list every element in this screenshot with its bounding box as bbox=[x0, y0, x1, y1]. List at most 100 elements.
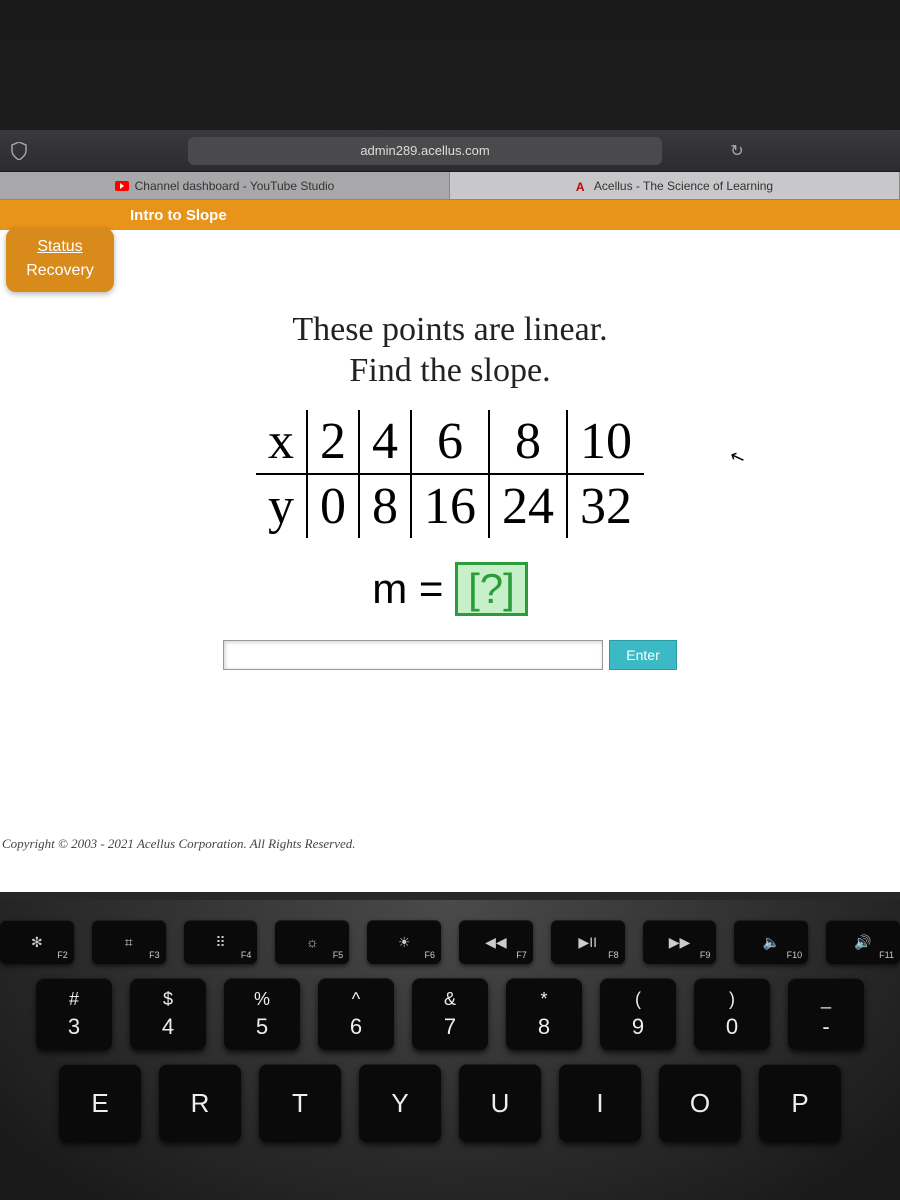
fkey-label: F5 bbox=[333, 950, 344, 960]
fkey-label: F6 bbox=[424, 950, 435, 960]
fkey-icon: ✻ bbox=[31, 934, 43, 951]
answer-input[interactable] bbox=[223, 640, 603, 670]
function-key: ✻ F2 bbox=[0, 920, 74, 964]
number-key-row: #3$4%5^6&7*8(9)0_- bbox=[0, 978, 900, 1050]
key-symbol: # bbox=[69, 989, 79, 1010]
fkey-icon: ◀◀ bbox=[485, 934, 507, 951]
function-key: ▶IIF8 bbox=[551, 920, 625, 964]
function-key-row: ✻ F2 ⌗ F3 ⠿ F4 ☼ F5 ☀ F6 ◀◀F7 ▶IIF8 ▶▶ F9 🔈 F10 🔊 F11 bbox=[0, 920, 900, 964]
key-number: 5 bbox=[256, 1014, 268, 1040]
fkey-label: F4 bbox=[241, 950, 252, 960]
physical-keyboard: ✻F2⌗F3⠿F4☼F5☀F6◀◀F7▶IIF8▶▶F9🔈F10🔊F11 #3$… bbox=[0, 900, 900, 1200]
key-number: 7 bbox=[444, 1014, 456, 1040]
xy-table: x 2 4 6 8 10 y 0 8 16 24 32 bbox=[256, 410, 644, 538]
prompt-line1: These points are linear. bbox=[292, 311, 607, 348]
y-label: y bbox=[256, 474, 307, 538]
letter-key: I bbox=[559, 1064, 641, 1142]
x-val: 8 bbox=[489, 410, 567, 474]
letter-key: Y bbox=[359, 1064, 441, 1142]
key-symbol: % bbox=[254, 989, 270, 1010]
x-val: 6 bbox=[411, 410, 489, 474]
enter-button[interactable]: Enter bbox=[609, 640, 676, 670]
key-symbol: ( bbox=[635, 989, 641, 1010]
function-key: ⌗ F3 bbox=[92, 920, 166, 964]
badge-line1: Status bbox=[6, 238, 114, 256]
number-key: $4 bbox=[130, 978, 206, 1050]
number-key: %5 bbox=[224, 978, 300, 1050]
reload-icon[interactable]: ↻ bbox=[722, 141, 752, 161]
function-key: ◀◀F7 bbox=[459, 920, 533, 964]
key-number: 9 bbox=[632, 1014, 644, 1040]
fkey-icon: 🔈 bbox=[763, 934, 780, 951]
y-val: 8 bbox=[359, 474, 411, 538]
key-symbol: $ bbox=[163, 989, 173, 1010]
fkey-label: F2 bbox=[57, 950, 68, 960]
key-number: 3 bbox=[68, 1014, 80, 1040]
equation-lhs: m = bbox=[372, 565, 443, 612]
key-symbol: ^ bbox=[352, 989, 360, 1010]
letter-key: U bbox=[459, 1064, 541, 1142]
tab-acellus[interactable]: A Acellus - The Science of Learning bbox=[450, 172, 900, 199]
function-key: ▶▶ F9 bbox=[643, 920, 717, 964]
letter-key: O bbox=[659, 1064, 741, 1142]
prompt-line2: Find the slope. bbox=[349, 352, 550, 389]
equation: m = [?] bbox=[40, 562, 860, 616]
x-val: 2 bbox=[307, 410, 359, 474]
copyright-text: Copyright © 2003 - 2021 Acellus Corporat… bbox=[0, 830, 900, 892]
status-recovery-badge[interactable]: Status Recovery bbox=[6, 228, 114, 292]
key-number: 6 bbox=[350, 1014, 362, 1040]
answer-placeholder-box[interactable]: [?] bbox=[455, 562, 528, 616]
fkey-label: F9 bbox=[700, 950, 711, 960]
function-key: ☀ F6 bbox=[367, 920, 441, 964]
browser-toolbar: admin289.acellus.com ↻ bbox=[0, 130, 900, 172]
fkey-label: F3 bbox=[149, 950, 160, 960]
fkey-icon: ☼ bbox=[306, 934, 319, 950]
tab-label: Acellus - The Science of Learning bbox=[594, 179, 773, 193]
key-number: 0 bbox=[726, 1014, 738, 1040]
screen-area: admin289.acellus.com ↻ Channel dashboard… bbox=[0, 130, 900, 892]
fkey-icon: 🔊 bbox=[854, 934, 871, 951]
fkey-label: F10 bbox=[787, 950, 803, 960]
function-key: ☼ F5 bbox=[275, 920, 349, 964]
key-symbol: ) bbox=[729, 989, 735, 1010]
number-key: *8 bbox=[506, 978, 582, 1050]
lesson-title: Intro to Slope bbox=[130, 207, 227, 224]
x-label: x bbox=[256, 410, 307, 474]
letter-key: R bbox=[159, 1064, 241, 1142]
table-row: y 0 8 16 24 32 bbox=[256, 474, 644, 538]
number-key: &7 bbox=[412, 978, 488, 1050]
number-key: )0 bbox=[694, 978, 770, 1050]
y-val: 0 bbox=[307, 474, 359, 538]
badge-line2: Recovery bbox=[6, 262, 114, 280]
function-key: ⠿ F4 bbox=[184, 920, 258, 964]
fkey-icon: ▶II bbox=[578, 934, 597, 951]
fkey-icon: ⠿ bbox=[215, 934, 225, 951]
problem-prompt: These points are linear. Find the slope. bbox=[40, 310, 860, 392]
fkey-icon: ☀ bbox=[398, 934, 411, 951]
tab-strip: Channel dashboard - YouTube Studio A Ace… bbox=[0, 172, 900, 200]
youtube-icon bbox=[115, 181, 129, 191]
function-key: 🔊 F11 bbox=[826, 920, 900, 964]
letter-key: P bbox=[759, 1064, 841, 1142]
address-text: admin289.acellus.com bbox=[360, 143, 489, 158]
lesson-title-bar: Intro to Slope bbox=[0, 200, 900, 230]
address-bar[interactable]: admin289.acellus.com bbox=[188, 137, 662, 165]
lesson-content: These points are linear. Find the slope.… bbox=[0, 230, 900, 830]
fkey-icon: ▶▶ bbox=[669, 934, 691, 951]
fkey-icon: ⌗ bbox=[125, 934, 133, 951]
key-number: 8 bbox=[538, 1014, 550, 1040]
fkey-label: F11 bbox=[879, 950, 894, 960]
privacy-shield-icon[interactable] bbox=[8, 140, 30, 162]
key-symbol: * bbox=[540, 989, 547, 1010]
function-key: 🔈 F10 bbox=[734, 920, 808, 964]
number-key: #3 bbox=[36, 978, 112, 1050]
table-row: x 2 4 6 8 10 bbox=[256, 410, 644, 474]
tab-youtube[interactable]: Channel dashboard - YouTube Studio bbox=[0, 172, 450, 199]
number-key: (9 bbox=[600, 978, 676, 1050]
key-symbol: _ bbox=[821, 989, 831, 1010]
number-key: _- bbox=[788, 978, 864, 1050]
letter-key: E bbox=[59, 1064, 141, 1142]
x-val: 10 bbox=[567, 410, 644, 474]
y-val: 16 bbox=[411, 474, 489, 538]
letter-key: T bbox=[259, 1064, 341, 1142]
